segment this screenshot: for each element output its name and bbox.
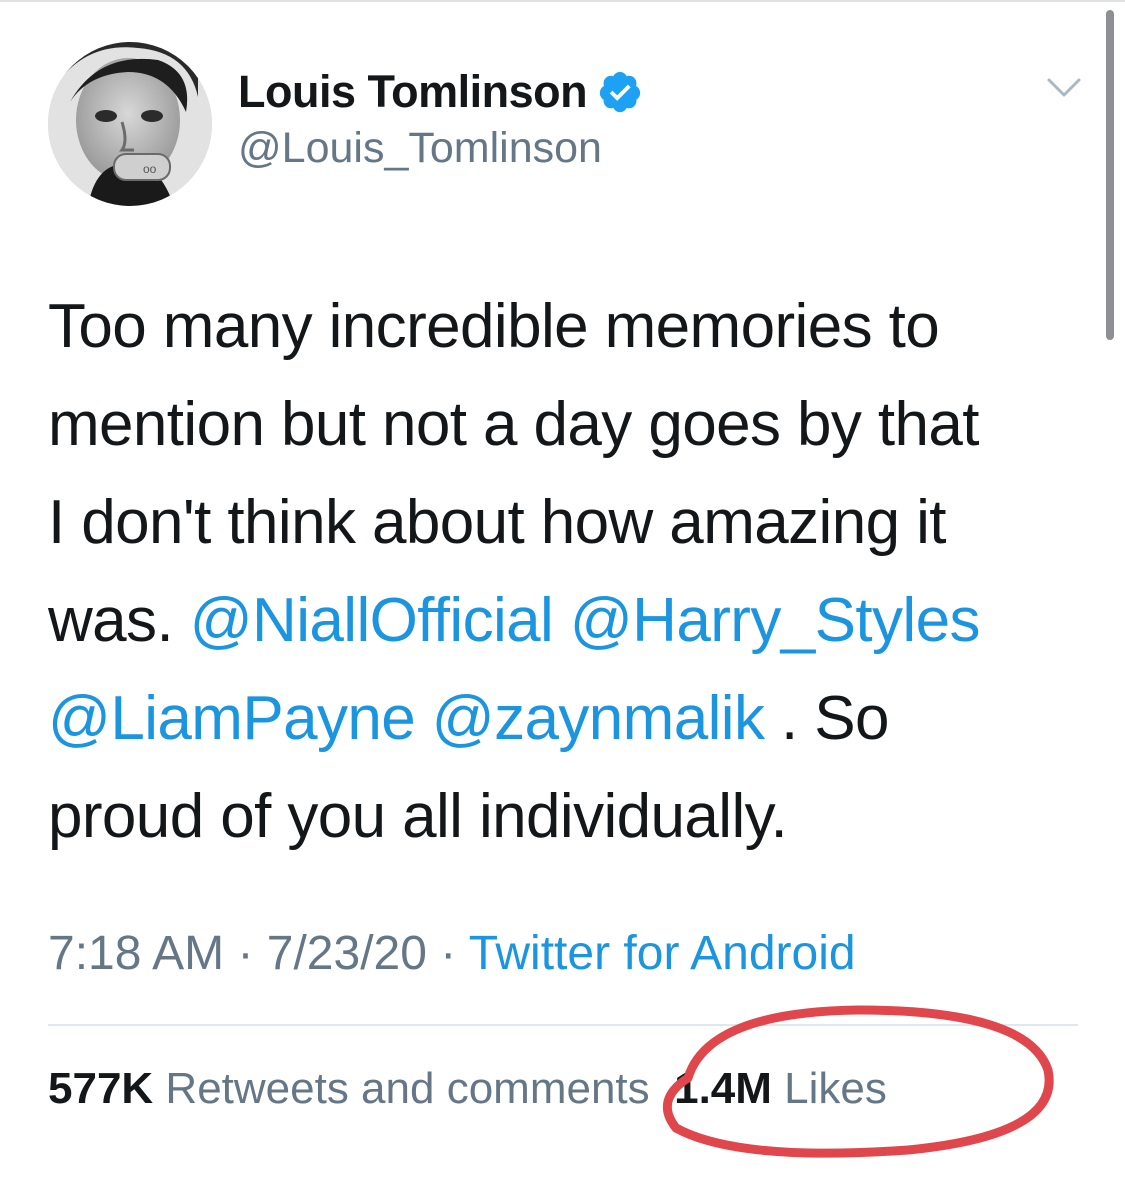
chevron-down-icon[interactable] — [1046, 76, 1082, 100]
author-name-row: Louis Tomlinson — [238, 64, 643, 120]
scrollbar-thumb[interactable] — [1106, 10, 1114, 340]
tweet-line: was. @NiallOfficial @Harry_Styles — [48, 572, 1068, 670]
meta-separator: · — [426, 927, 469, 980]
mention-link-liam[interactable]: @LiamPayne — [48, 684, 416, 753]
tweet-line: @LiamPayne @zaynmalik . So — [48, 670, 1068, 768]
likes-label: Likes — [784, 1064, 887, 1113]
retweets-stat[interactable]: 577K Retweets and comments — [48, 1064, 650, 1113]
stats-divider — [48, 1024, 1078, 1026]
avatar[interactable]: oo — [48, 42, 212, 206]
verified-badge-icon — [600, 71, 641, 113]
engagement-stats: 577K Retweets and comments 1.4M Likes — [48, 1064, 887, 1114]
tweet-line: mention but not a day goes by that — [48, 390, 980, 459]
tweet-source-link[interactable]: Twitter for Android — [469, 927, 856, 980]
tweet-line: proud of you all individually. — [48, 782, 788, 851]
mention-link-niall[interactable]: @NiallOfficial — [190, 586, 554, 655]
mention-link-zayn[interactable]: @zaynmalik — [432, 684, 765, 753]
display-name[interactable]: Louis Tomlinson — [238, 66, 588, 118]
tweet-time[interactable]: 7:18 AM — [48, 927, 224, 980]
tweet-text-fragment: . So — [764, 684, 889, 753]
svg-text:oo: oo — [143, 162, 157, 176]
retweets-label: Retweets and comments — [165, 1064, 650, 1113]
tweet-date[interactable]: 7/23/20 — [267, 927, 427, 980]
tweet-meta: 7:18 AM · 7/23/20 · Twitter for Android — [48, 926, 856, 981]
tweet-line: I don't think about how amazing it — [48, 488, 946, 557]
user-handle[interactable]: @Louis_Tomlinson — [238, 124, 602, 173]
meta-separator: · — [224, 927, 267, 980]
top-divider — [0, 0, 1125, 2]
tweet-line: Too many incredible memories to — [48, 292, 940, 361]
tweet-text-fragment: was. — [48, 586, 190, 655]
likes-count: 1.4M — [674, 1064, 772, 1113]
retweets-count: 577K — [48, 1064, 154, 1113]
tweet-text: Too many incredible memories to mention … — [48, 278, 1068, 866]
likes-stat[interactable]: 1.4M Likes — [674, 1064, 887, 1113]
mention-link-harry[interactable]: @Harry_Styles — [570, 586, 981, 655]
